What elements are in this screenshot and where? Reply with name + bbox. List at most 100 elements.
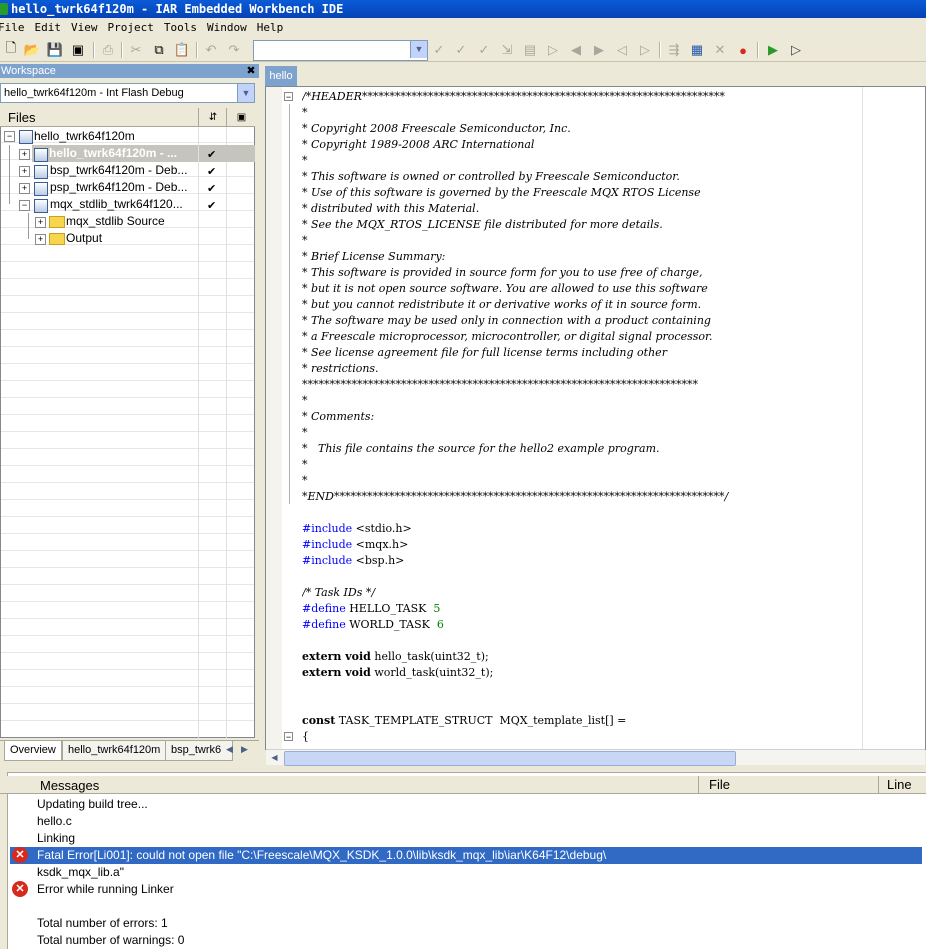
new-file-icon[interactable]: 🗋 [2,40,20,59]
cut-icon[interactable]: ✂ [127,41,145,59]
source-code[interactable]: /*HEADER********************************… [302,89,862,745]
code-line: #define HELLO_TASK 5 [302,602,441,615]
code-line: * but it is not open source software. Yo… [302,282,708,295]
close-icon[interactable]: ✖ [246,64,256,78]
expand-icon[interactable]: + [35,217,46,228]
scroll-right-icon[interactable]: ▶ [241,744,248,755]
workspace-icon [19,130,33,144]
expand-icon[interactable]: + [19,149,30,160]
save-all-icon[interactable]: ▣ [69,41,87,59]
undo-icon[interactable]: ↶ [202,41,220,59]
find-prev-icon[interactable]: ✓ [475,41,493,59]
code-line: extern void hello_task(uint32_t); [302,650,489,663]
message-line-fatal-error[interactable]: Fatal Error[Li001]: could not open file … [37,847,606,864]
build-status-column-icon[interactable]: ⇵ [198,108,227,127]
tab-hello-c[interactable]: hello [265,66,297,86]
tree-item-output[interactable]: + Output [0,230,255,247]
menu-file[interactable]: File [0,18,30,38]
line-column[interactable]: Line [878,776,926,794]
tree-root[interactable]: − hello_twrk64f120m [0,128,255,145]
stop-build-icon[interactable]: ✕ [711,41,729,59]
fold-icon[interactable]: − [284,92,293,102]
message-line[interactable]: Total number of errors: 1 [37,915,168,932]
options-column-icon[interactable]: ▣ [226,108,256,127]
menu-edit[interactable]: Edit [30,18,67,38]
code-line: /*HEADER********************************… [302,90,725,103]
window-title: hello_twrk64f120m - IAR Embedded Workben… [11,2,344,16]
code-line: #include <stdio.h> [302,522,412,535]
breakpoint-icon[interactable]: ● [734,41,752,59]
code-line: * [302,458,308,471]
find-icon[interactable]: ✓ [430,41,448,59]
bookmark-icon[interactable]: ▷ [544,41,562,59]
copy-icon[interactable]: ⧉ [150,41,168,59]
expand-icon[interactable]: + [35,234,46,245]
compile-icon[interactable]: ⇶ [665,41,683,59]
check-icon: ✔ [207,166,217,178]
scrollbar-thumb[interactable] [284,751,736,766]
message-line[interactable]: Updating build tree... [37,796,148,813]
tree-label: hello_twrk64f120m - ... [49,146,178,160]
prev-bookmark-icon[interactable]: ◀ [567,41,585,59]
messages-dock-strip[interactable] [0,772,8,949]
open-icon[interactable]: 📂 [23,41,41,59]
debug-without-download-icon[interactable]: ▷ [787,41,805,59]
tab-hello-project[interactable]: hello_twrk64f120m [62,741,167,761]
menu-help[interactable]: Help [252,18,289,38]
make-icon[interactable]: ▦ [688,41,706,59]
tab-overview[interactable]: Overview [4,741,62,761]
tree-item-hello[interactable]: hello_twrk64f120m - ... [32,145,198,162]
code-line: * [302,394,308,407]
print-icon[interactable]: ⎙ [99,41,117,59]
nav-forward-icon[interactable]: ▷ [636,41,654,59]
menu-window[interactable]: Window [202,18,252,38]
tab-bsp-project[interactable]: bsp_twrk6 [165,741,233,761]
scroll-left-icon[interactable]: ◀ [267,751,282,764]
message-line-error[interactable]: Error while running Linker [37,881,174,898]
menu-view[interactable]: View [66,18,103,38]
file-column[interactable]: File [698,776,889,794]
replace-icon[interactable]: ⇲ [498,41,516,59]
paste-icon[interactable]: 📋 [173,41,191,59]
code-line: const TASK_TEMPLATE_STRUCT MQX_template_… [302,714,627,727]
expand-icon[interactable]: + [19,183,30,194]
code-line: #include <mqx.h> [302,538,409,551]
find-combo[interactable]: ▼ [253,40,428,61]
tree-label: Output [66,231,103,245]
nav-back-icon[interactable]: ◁ [613,41,631,59]
code-line: * Use of this software is governed by th… [302,186,701,199]
save-icon[interactable]: 💾 [46,41,64,59]
tree-item-mqx-stdlib-source[interactable]: + mqx_stdlib Source [0,213,255,230]
download-debug-icon[interactable]: ▶ [764,41,782,59]
expand-icon[interactable]: + [19,166,30,177]
code-line: * This software is owned or controlled b… [302,170,680,183]
message-line[interactable]: hello.c [37,813,72,830]
chevron-down-icon[interactable]: ▼ [237,84,254,102]
goto-icon[interactable]: ▤ [521,41,539,59]
message-line[interactable]: ksdk_mqx_lib.a" [37,864,124,881]
menu-project[interactable]: Project [103,18,159,38]
message-line[interactable]: Linking [37,830,75,847]
collapse-icon[interactable]: − [19,200,30,211]
redo-icon[interactable]: ↷ [225,41,243,59]
error-icon: ✕ [12,847,28,863]
menu-tools[interactable]: Tools [159,18,202,38]
configuration-select[interactable]: hello_twrk64f120m - Int Flash Debug ▼ [0,83,255,103]
tree-label: psp_twrk64f120m - Deb... [50,180,188,194]
next-bookmark-icon[interactable]: ▶ [590,41,608,59]
messages-column[interactable]: Messages [40,778,99,793]
collapse-icon[interactable]: − [4,131,15,142]
code-line: * [302,234,308,247]
fold-icon[interactable]: − [284,732,293,742]
code-line: * This file contains the source for the … [302,442,660,455]
message-line[interactable]: Total number of warnings: 0 [37,932,184,949]
workspace-title: Workspace [1,65,56,77]
chevron-down-icon[interactable]: ▼ [410,41,427,58]
editor-hscrollbar[interactable]: ◀ [266,749,925,766]
code-line: * Brief License Summary: [302,250,446,263]
find-next-icon[interactable]: ✓ [452,41,470,59]
scroll-left-icon[interactable]: ◀ [226,744,233,755]
